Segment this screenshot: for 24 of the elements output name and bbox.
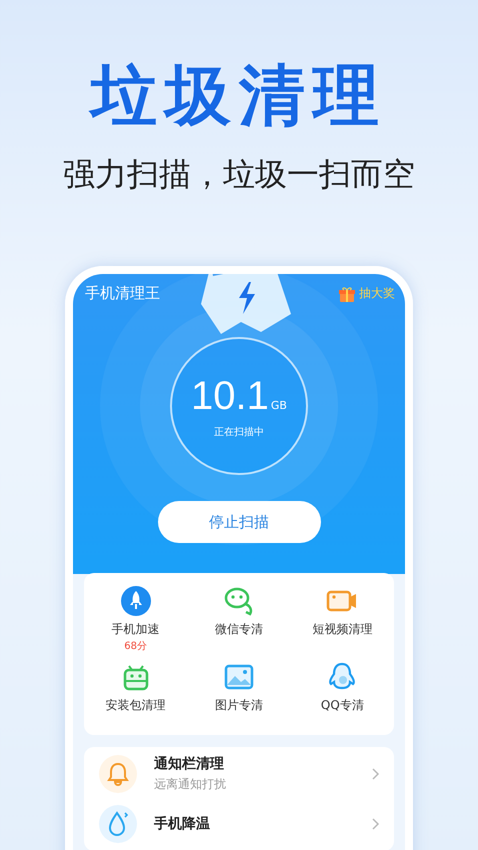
feature-label[interactable]: 短视频清理: [312, 621, 372, 638]
feature-label[interactable]: 安装包清理: [106, 697, 166, 714]
headline: 垃圾清理: [91, 56, 387, 136]
score-label: 68分: [124, 640, 148, 653]
app-title: 手机清理王: [85, 284, 160, 303]
feature-label[interactable]: 微信专清: [214, 621, 263, 638]
bell-icon: [98, 754, 138, 794]
tool-title[interactable]: 通知栏清理: [154, 755, 356, 773]
stop-scan-button[interactable]: 停止扫描: [158, 501, 320, 543]
feature-label[interactable]: 手机加速: [112, 621, 160, 638]
chevron-icon[interactable]: [372, 768, 380, 780]
scan-size: 10.1: [191, 374, 269, 418]
feature-label[interactable]: QQ专清: [320, 697, 364, 714]
droplet-icon: [98, 804, 138, 844]
chevron-icon[interactable]: [372, 818, 380, 830]
chat-bubbles-icon: [222, 585, 255, 617]
tool-title[interactable]: 手机降温: [154, 815, 356, 833]
feature-label[interactable]: 图片专清: [214, 697, 263, 714]
subtitle: 强力扫描，垃圾一扫而空: [63, 154, 415, 194]
scan-status: 正在扫描中: [214, 426, 264, 438]
rocket-icon: [120, 585, 152, 617]
size-unit: GB: [270, 398, 287, 412]
tool-subtitle: 远离通知打扰: [154, 776, 227, 793]
gift-icon[interactable]: [338, 284, 356, 302]
